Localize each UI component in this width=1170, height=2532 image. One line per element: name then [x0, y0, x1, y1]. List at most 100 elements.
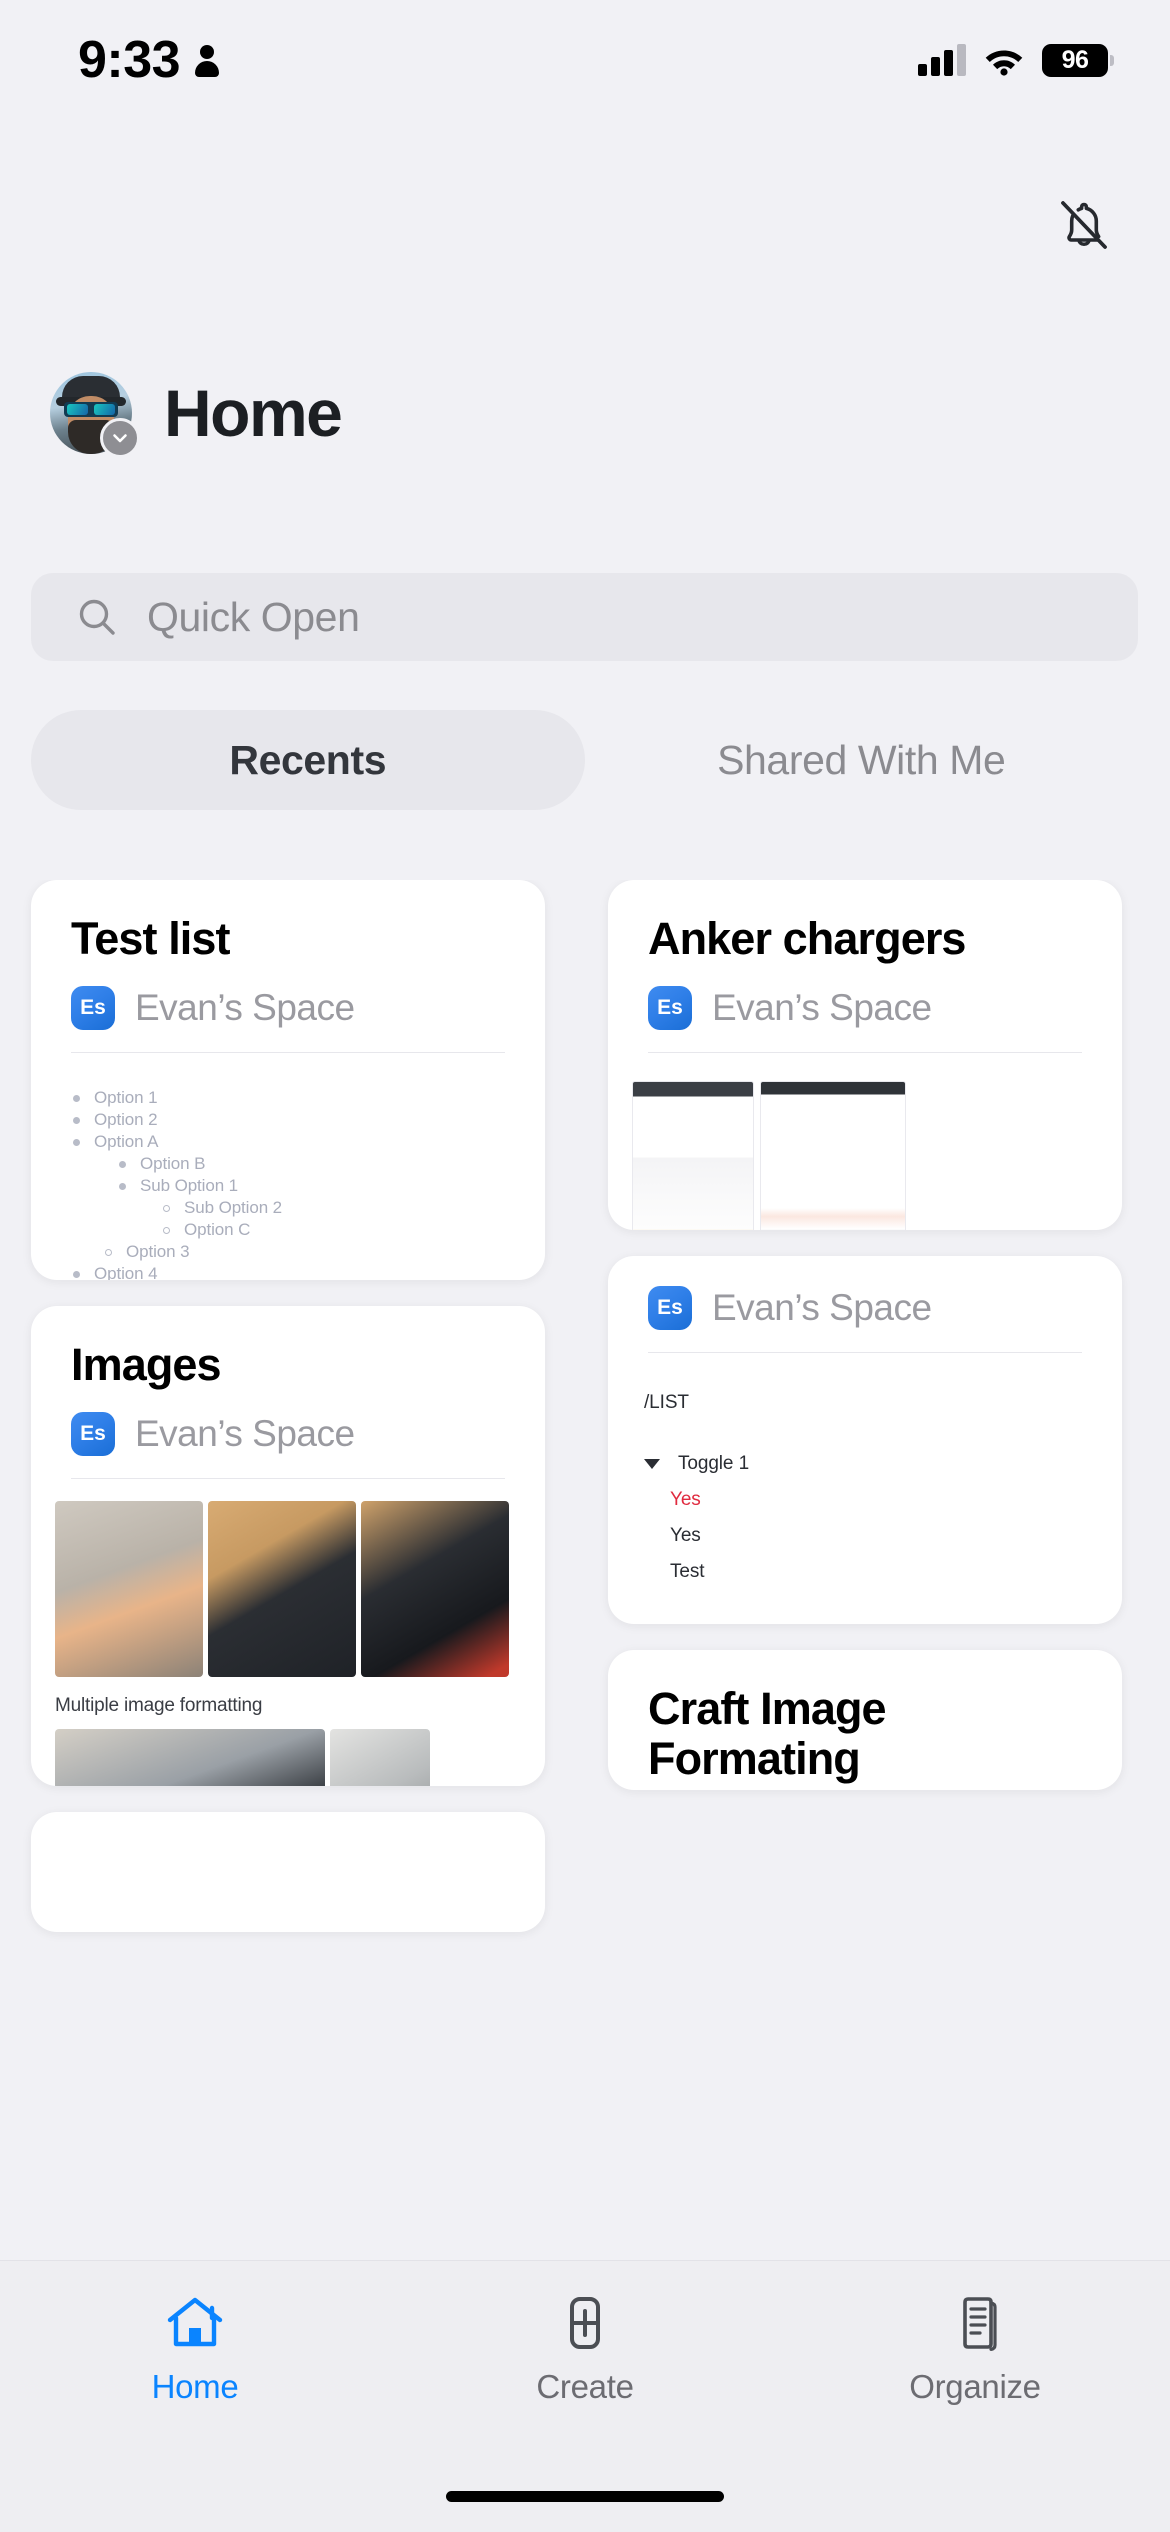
bullet-solid-icon [73, 1116, 80, 1124]
card-space-name: Evan’s Space [712, 987, 932, 1029]
list-item: Option B [59, 1153, 517, 1175]
nav-label-home: Home [151, 2368, 239, 2405]
list-item-label: Option 1 [94, 1088, 158, 1108]
card-space-row: Es Evan’s Space [648, 1286, 1082, 1330]
card-header: Images Es Evan’s Space [31, 1306, 545, 1480]
list-item-label: Option 4 [94, 1264, 158, 1280]
battery-level-text: 96 [1061, 45, 1089, 74]
bullet-solid-icon [119, 1160, 126, 1168]
image-thumbnail [55, 1501, 203, 1678]
page-header: Home [50, 372, 343, 458]
list-item-label: Option 3 [126, 1242, 190, 1262]
tab-recents[interactable]: Recents [31, 710, 585, 810]
web-screenshot-thumbnail [632, 1081, 754, 1230]
search-icon [79, 599, 115, 635]
bullet-hollow-icon [105, 1248, 112, 1256]
list-item-label: Option 2 [94, 1110, 158, 1130]
card-preview-list: Option 1 Option 2 Option A Option B Sub … [31, 1053, 545, 1280]
toggle-label: Toggle 1 [678, 1452, 750, 1474]
bell-slash-icon [1061, 201, 1107, 249]
card-toggle-note[interactable]: Es Evan’s Space /LIST Toggle 1 Yes Yes T… [608, 1256, 1122, 1624]
list-item-label: Option A [94, 1132, 159, 1152]
battery-indicator: 96 [1042, 43, 1114, 77]
list-item: Option 2 [59, 1109, 517, 1131]
chevron-down-icon[interactable] [100, 418, 140, 458]
cards-scroll-area[interactable]: Test list Es Evan’s Space Option 1 Optio… [0, 880, 1170, 2300]
bullet-hollow-icon [163, 1204, 170, 1212]
space-badge-icon: Es [71, 986, 115, 1031]
web-screenshot-thumbnail [760, 1081, 906, 1230]
app-screen: 9:33 96 Home Quick Open Recents Shared W… [0, 0, 1170, 2532]
card-space-name: Evan’s Space [135, 987, 355, 1029]
status-bar-right: 96 [918, 43, 1114, 77]
list-item: Sub Option 1 [59, 1175, 517, 1197]
slash-command-text: /LIST [644, 1392, 689, 1413]
triangle-down-icon [644, 1459, 660, 1470]
bullet-solid-icon [73, 1094, 80, 1102]
image-caption: Multiple image formatting [55, 1695, 263, 1717]
cards-column-right: Anker chargers Es Evan’s Space Es Evan’s… [608, 880, 1122, 1816]
documents-icon [963, 2297, 997, 2351]
notifications-muted-button[interactable] [1036, 178, 1132, 274]
card-partial-left[interactable] [31, 1812, 545, 1932]
bullet-solid-icon [73, 1270, 80, 1278]
search-placeholder: Quick Open [147, 593, 360, 640]
card-space-name: Evan’s Space [712, 1287, 932, 1328]
card-title: Test list [71, 913, 231, 964]
list-item: Option 4 [59, 1263, 517, 1280]
image-thumbnail [55, 1729, 325, 1786]
segmented-control: Recents Shared With Me [31, 710, 1138, 810]
card-craft-image-formating[interactable]: Craft Image Formating [608, 1650, 1122, 1790]
preview-line: Yes [670, 1524, 701, 1546]
status-time: 9:33 [78, 31, 181, 89]
card-test-list[interactable]: Test list Es Evan’s Space Option 1 Optio… [31, 880, 545, 1280]
cards-column-left: Test list Es Evan’s Space Option 1 Optio… [31, 880, 545, 1958]
card-preview-text: /LIST Toggle 1 Yes Yes Test [608, 1353, 1122, 1624]
card-images[interactable]: Images Es Evan’s Space Multiple image fo… [31, 1306, 545, 1786]
card-space-row: Es Evan’s Space [71, 986, 505, 1031]
image-thumbnail [208, 1501, 356, 1678]
card-title: Craft Image Formating [648, 1683, 887, 1785]
space-badge-icon: Es [648, 1286, 692, 1330]
card-header: Es Evan’s Space [608, 1256, 1122, 1353]
list-item: Option C [59, 1219, 517, 1241]
list-item: Option A [59, 1131, 517, 1153]
bullet-solid-icon [73, 1138, 80, 1146]
card-header: Anker chargers Es Evan’s Space [608, 880, 1122, 1054]
card-space-row: Es Evan’s Space [648, 986, 1082, 1031]
list-item: Sub Option 2 [59, 1197, 517, 1219]
space-badge-icon: Es [71, 1412, 115, 1457]
person-icon [194, 43, 220, 77]
home-icon [167, 2297, 223, 2347]
preview-line: Yes [670, 1488, 701, 1510]
list-item-label: Sub Option 2 [184, 1198, 283, 1218]
status-bar-left: 9:33 [78, 30, 220, 90]
home-indicator[interactable] [446, 2491, 724, 2502]
space-badge-icon: Es [648, 986, 692, 1031]
tab-shared-with-me[interactable]: Shared With Me [585, 710, 1139, 810]
card-space-row: Es Evan’s Space [71, 1412, 505, 1457]
card-header: Test list Es Evan’s Space [31, 880, 545, 1054]
toggle-row: Toggle 1 [644, 1452, 1086, 1475]
image-row-bottom [31, 1729, 545, 1786]
avatar-button[interactable] [50, 372, 140, 458]
bullet-hollow-icon [163, 1226, 170, 1234]
plus-box-icon [570, 2297, 600, 2349]
image-row-top [31, 1501, 545, 1678]
list-item-label: Sub Option 1 [140, 1176, 239, 1196]
status-bar: 9:33 96 [0, 0, 1170, 120]
card-title: Anker chargers [648, 913, 966, 964]
bullet-solid-icon [119, 1182, 126, 1190]
nav-label-organize: Organize [909, 2368, 1041, 2405]
card-space-name: Evan’s Space [135, 1413, 355, 1455]
card-anker-chargers[interactable]: Anker chargers Es Evan’s Space [608, 880, 1122, 1230]
wifi-icon [985, 50, 1023, 76]
nav-item-home[interactable]: Home [0, 2284, 390, 2532]
nav-item-organize[interactable]: Organize [780, 2284, 1170, 2532]
list-item-label: Option B [140, 1154, 206, 1174]
cellular-signal-icon [918, 44, 966, 76]
page-title: Home [164, 376, 343, 450]
search-input[interactable]: Quick Open [31, 573, 1138, 661]
image-thumbnail [330, 1729, 430, 1786]
card-title: Images [71, 1339, 222, 1390]
